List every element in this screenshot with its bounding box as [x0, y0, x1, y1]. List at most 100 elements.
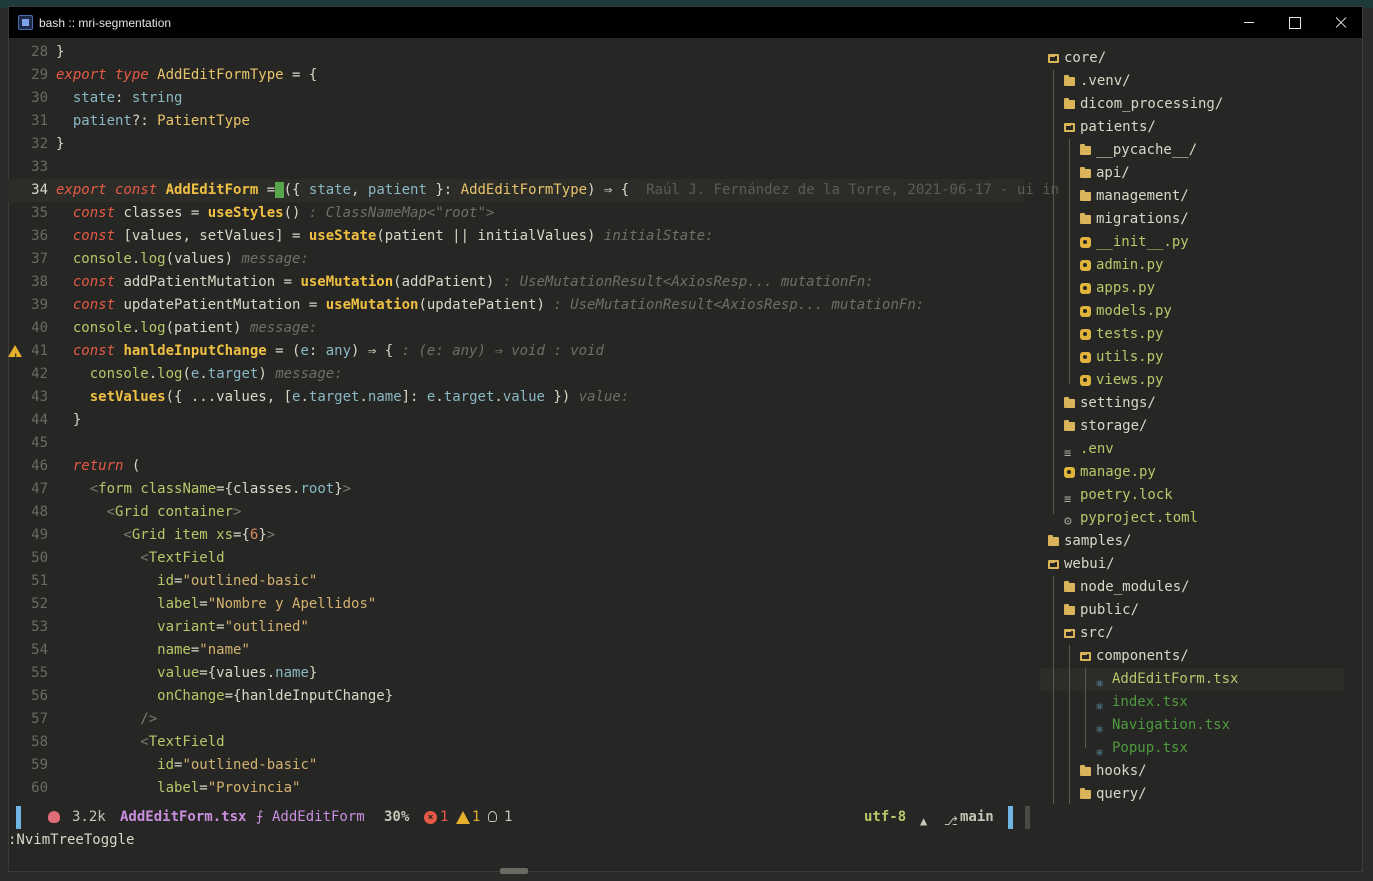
tree-node[interactable]: .venv/ — [1040, 70, 1344, 93]
tree-node[interactable]: api/ — [1040, 162, 1344, 185]
code-text: export const AddEditForm = ({ state, pat… — [56, 179, 1059, 202]
tree-node[interactable]: ≡ .env — [1040, 438, 1344, 461]
code-line[interactable]: 56 onChange={hanldeInputChange} — [8, 685, 1024, 708]
tree-node[interactable]: node_modules/ — [1040, 576, 1344, 599]
tree-node[interactable]: webui/ — [1040, 553, 1344, 576]
code-line[interactable]: 43 setValues({ ...values, [e.target.name… — [8, 386, 1024, 409]
code-text: name="name" — [56, 639, 250, 662]
code-token: < — [56, 550, 149, 566]
indent-guide — [1069, 139, 1070, 384]
code-line[interactable]: 59 id="outlined-basic" — [8, 754, 1024, 777]
tree-node-label: management/ — [1096, 188, 1189, 204]
tree-node[interactable]: ⚙ pyproject.toml — [1040, 507, 1344, 530]
tree-node[interactable]: src/ — [1040, 622, 1344, 645]
code-token: < — [56, 504, 116, 520]
tree-node[interactable]: management/ — [1040, 185, 1344, 208]
code-line[interactable]: 42 console.log(e.target) message: — [8, 363, 1024, 386]
code-line[interactable]: 57 /> — [8, 708, 1024, 731]
tree-node[interactable]: models.py — [1040, 300, 1344, 323]
tree-node[interactable]: core/ — [1040, 47, 1344, 70]
status-mode-indicator — [16, 806, 21, 829]
code-line[interactable]: 34 export const AddEditForm = ({ state, p… — [8, 179, 1059, 202]
code-line[interactable]: 49 <Grid item xs={6}> — [8, 524, 1024, 547]
code-line[interactable]: 33 — [8, 156, 1024, 179]
tree-node-label: admin.py — [1096, 257, 1164, 273]
line-number: 60 — [31, 780, 48, 796]
code-line[interactable]: 40 console.log(patient) message: — [8, 317, 1024, 340]
warning-icon — [456, 811, 470, 824]
code-line[interactable]: 28} — [8, 41, 1024, 64]
code-line[interactable]: 35 const classes = useStyles() : ClassNa… — [8, 202, 1024, 225]
line-number: 50 — [31, 550, 48, 566]
tree-node[interactable]: tests.py — [1040, 323, 1344, 346]
code-editor[interactable]: 28} 29 export type AddEditFormType = {30 s… — [8, 41, 1059, 800]
tree-node-label: apps.py — [1096, 280, 1156, 296]
tree-node[interactable]: query/ — [1040, 783, 1344, 804]
minimize-button[interactable] — [1226, 7, 1272, 38]
code-token: AddEditForm — [165, 182, 259, 198]
code-line[interactable]: 37 console.log(values) message: — [8, 248, 1024, 271]
code-line[interactable]: 46 return ( — [8, 455, 1024, 478]
code-line[interactable]: 52 label="Nombre y Apellidos" — [8, 593, 1024, 616]
code-line[interactable]: 38 const addPatientMutation = useMutatio… — [8, 271, 1024, 294]
code-token: name — [275, 665, 309, 681]
code-line[interactable]: 32} — [8, 133, 1024, 156]
code-line[interactable]: 50 <TextField — [8, 547, 1024, 570]
code-line[interactable]: 44 } — [8, 409, 1024, 432]
command-line[interactable]: :NvimTreeToggle — [8, 829, 134, 852]
tree-node[interactable]: storage/ — [1040, 415, 1344, 438]
tree-node[interactable]: components/ — [1040, 645, 1344, 668]
code-line[interactable]: 36 const [values, setValues] = useState(… — [8, 225, 1024, 248]
tree-node[interactable]: dicom_processing/ — [1040, 93, 1344, 116]
maximize-button[interactable] — [1272, 7, 1318, 38]
terminal-app-icon — [18, 15, 33, 30]
code-line[interactable]: 58 <TextField — [8, 731, 1024, 754]
code-token: "outlined" — [224, 619, 309, 635]
line-number: 45 — [31, 435, 48, 451]
code-line[interactable]: 53 variant="outlined" — [8, 616, 1024, 639]
code-token: ) ⇒ { — [351, 343, 402, 359]
code-line[interactable]: 30 state: string — [8, 87, 1024, 110]
file-tree[interactable]: core/ .venv/dicom_processing/patients/ __p… — [1040, 41, 1344, 804]
tree-node[interactable]: admin.py — [1040, 254, 1344, 277]
tree-node-label: Navigation.tsx — [1112, 717, 1231, 733]
scrollbar-handle[interactable] — [500, 868, 528, 874]
code-line[interactable]: 54 name="name" — [8, 639, 1024, 662]
tree-node[interactable]: utils.py — [1040, 346, 1344, 369]
tree-node-label: __pycache__/ — [1096, 142, 1198, 158]
tree-node[interactable]: ≡ poetry.lock — [1040, 484, 1344, 507]
tree-node[interactable]: public/ — [1040, 599, 1344, 622]
scroll-percent: 30% — [384, 809, 410, 825]
indent-guide — [1053, 576, 1054, 804]
code-line[interactable]: 39 const updatePatientMutation = useMuta… — [8, 294, 1024, 317]
code-line[interactable]: 41 const hanldeInputChange = (e: any) ⇒ … — [8, 340, 1024, 370]
code-line[interactable]: 60 label="Provincia" — [8, 777, 1024, 800]
tree-node[interactable]: settings/ — [1040, 392, 1344, 415]
tree-node[interactable]: views.py — [1040, 369, 1344, 392]
code-line[interactable]: 47 <form className={classes.root}> — [8, 478, 1024, 501]
code-token: patient — [367, 182, 427, 198]
close-button[interactable] — [1318, 7, 1364, 38]
tree-node[interactable]: migrations/ — [1040, 208, 1344, 231]
code-line[interactable]: 51 id="outlined-basic" — [8, 570, 1024, 593]
line-number: 46 — [31, 458, 48, 474]
tree-node[interactable]: __pycache__/ — [1040, 139, 1344, 162]
code-token: const — [56, 205, 124, 221]
tree-node[interactable]: patients/ — [1040, 116, 1344, 139]
code-line[interactable]: 55 value={values.name} — [8, 662, 1024, 685]
code-line[interactable]: 48 <Grid container> — [8, 501, 1024, 524]
code-line[interactable]: 29 export type AddEditFormType = { — [8, 64, 1024, 87]
line-number: 30 — [31, 90, 48, 106]
code-token: : — [115, 90, 132, 106]
code-line[interactable]: 45 — [8, 432, 1024, 455]
tree-node[interactable]: samples/ — [1040, 530, 1344, 553]
tree-node-label: views.py — [1096, 372, 1164, 388]
tree-node[interactable]: hooks/ — [1040, 760, 1344, 783]
code-token: target — [308, 389, 360, 405]
tree-node[interactable]: manage.py — [1040, 461, 1344, 484]
tree-node[interactable]: apps.py — [1040, 277, 1344, 300]
code-token: = { — [283, 67, 318, 83]
inlay-hint: initialState: — [603, 228, 714, 244]
code-line[interactable]: 31 patient?: PatientType — [8, 110, 1024, 133]
tree-node[interactable]: __init__.py — [1040, 231, 1344, 254]
